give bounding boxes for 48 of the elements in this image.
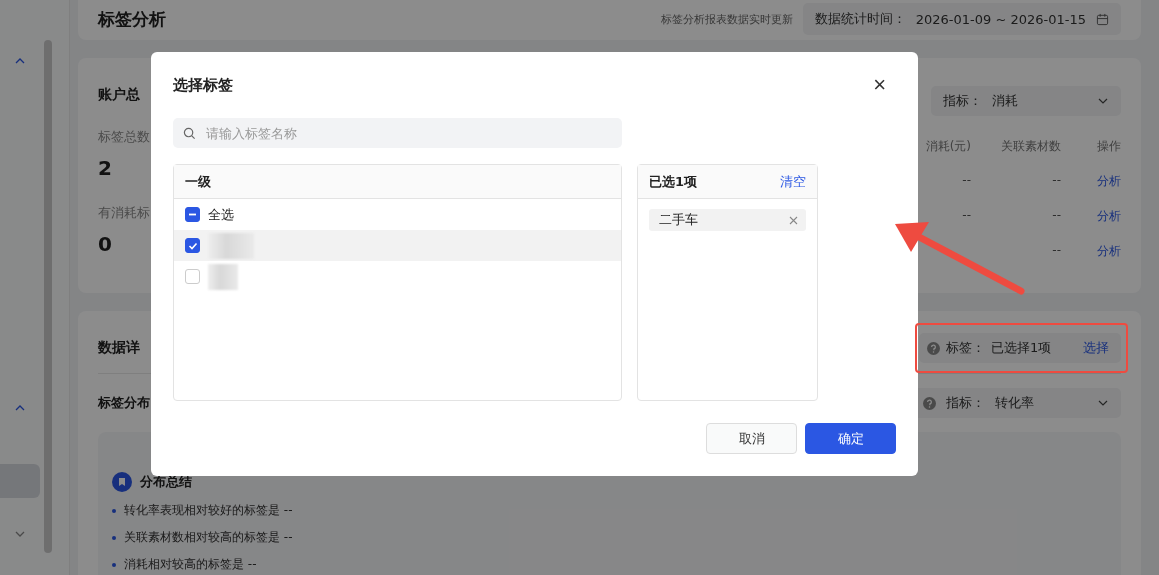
- column-header: 关联素材数: [1000, 138, 1061, 155]
- chip-label: 二手车: [659, 211, 698, 229]
- stat-label: 标签总数: [98, 128, 150, 146]
- select-link[interactable]: 选择: [1083, 339, 1109, 357]
- search-field[interactable]: 请输入标签名称: [173, 118, 622, 148]
- metric-value: 转化率: [995, 394, 1034, 412]
- table-cell-text: --: [1051, 173, 1061, 189]
- select-all-item[interactable]: 全选: [174, 199, 621, 230]
- metric-label: 指标：: [946, 394, 985, 412]
- search-input[interactable]: 请输入标签名称: [204, 124, 612, 142]
- table-cell-text: --: [1051, 243, 1061, 259]
- column-header: 消耗(元): [924, 138, 971, 155]
- cancel-button[interactable]: 取消: [706, 423, 797, 454]
- close-button[interactable]: ×: [873, 74, 886, 96]
- section-title: 账户总: [98, 86, 141, 104]
- summary-line: 消耗相对较高的标签是 --: [124, 556, 257, 573]
- summary-title: 分布总结: [140, 473, 192, 491]
- analyze-link[interactable]: 分析: [1061, 173, 1121, 191]
- table-cell-text: --: [961, 208, 971, 224]
- summary-line: 关联素材数相对较高的标签是 --: [124, 529, 293, 546]
- panel-header: 一级: [185, 172, 211, 191]
- section-title: 标签分布: [98, 394, 150, 412]
- metric-label: 指标：: [943, 92, 982, 110]
- summary-line: 转化率表现相对较好的标签是 --: [124, 502, 293, 519]
- table-cell-text: --: [961, 173, 971, 189]
- date-range: 2026-01-09 ~ 2026-01-15: [915, 11, 1086, 27]
- stat-label: 有消耗标: [98, 204, 150, 222]
- clear-link[interactable]: 清空: [780, 172, 806, 191]
- modal-title: 选择标签: [173, 75, 233, 95]
- tag-filter-value: 已选择1项: [991, 339, 1052, 357]
- metric-select[interactable]: 指标： 消耗: [931, 86, 1121, 116]
- tag-filter[interactable]: 标签： 已选择1项 选择: [919, 333, 1121, 363]
- select-all-label: 全选: [208, 205, 234, 224]
- metric-value: 消耗: [992, 92, 1018, 110]
- page-title: 标签分析: [98, 7, 166, 31]
- date-range-picker[interactable]: 数据统计时间： 2026-01-09 ~ 2026-01-15: [802, 3, 1121, 35]
- update-note: 标签分析报表数据实时更新: [660, 11, 793, 27]
- date-label: 数据统计时间：: [814, 10, 906, 28]
- column-header: 操作: [1096, 138, 1121, 155]
- section-title: 数据详: [98, 339, 140, 357]
- confirm-button[interactable]: 确定: [805, 423, 896, 454]
- analyze-link[interactable]: 分析: [1061, 208, 1121, 226]
- stat-value: 2: [98, 156, 113, 180]
- analyze-link[interactable]: 分析: [1061, 243, 1121, 261]
- tag-filter-label: 标签：: [946, 339, 985, 357]
- stat-value: 0: [98, 232, 113, 256]
- panel-header: 已选1项: [649, 172, 698, 191]
- table-cell-text: --: [1051, 208, 1061, 224]
